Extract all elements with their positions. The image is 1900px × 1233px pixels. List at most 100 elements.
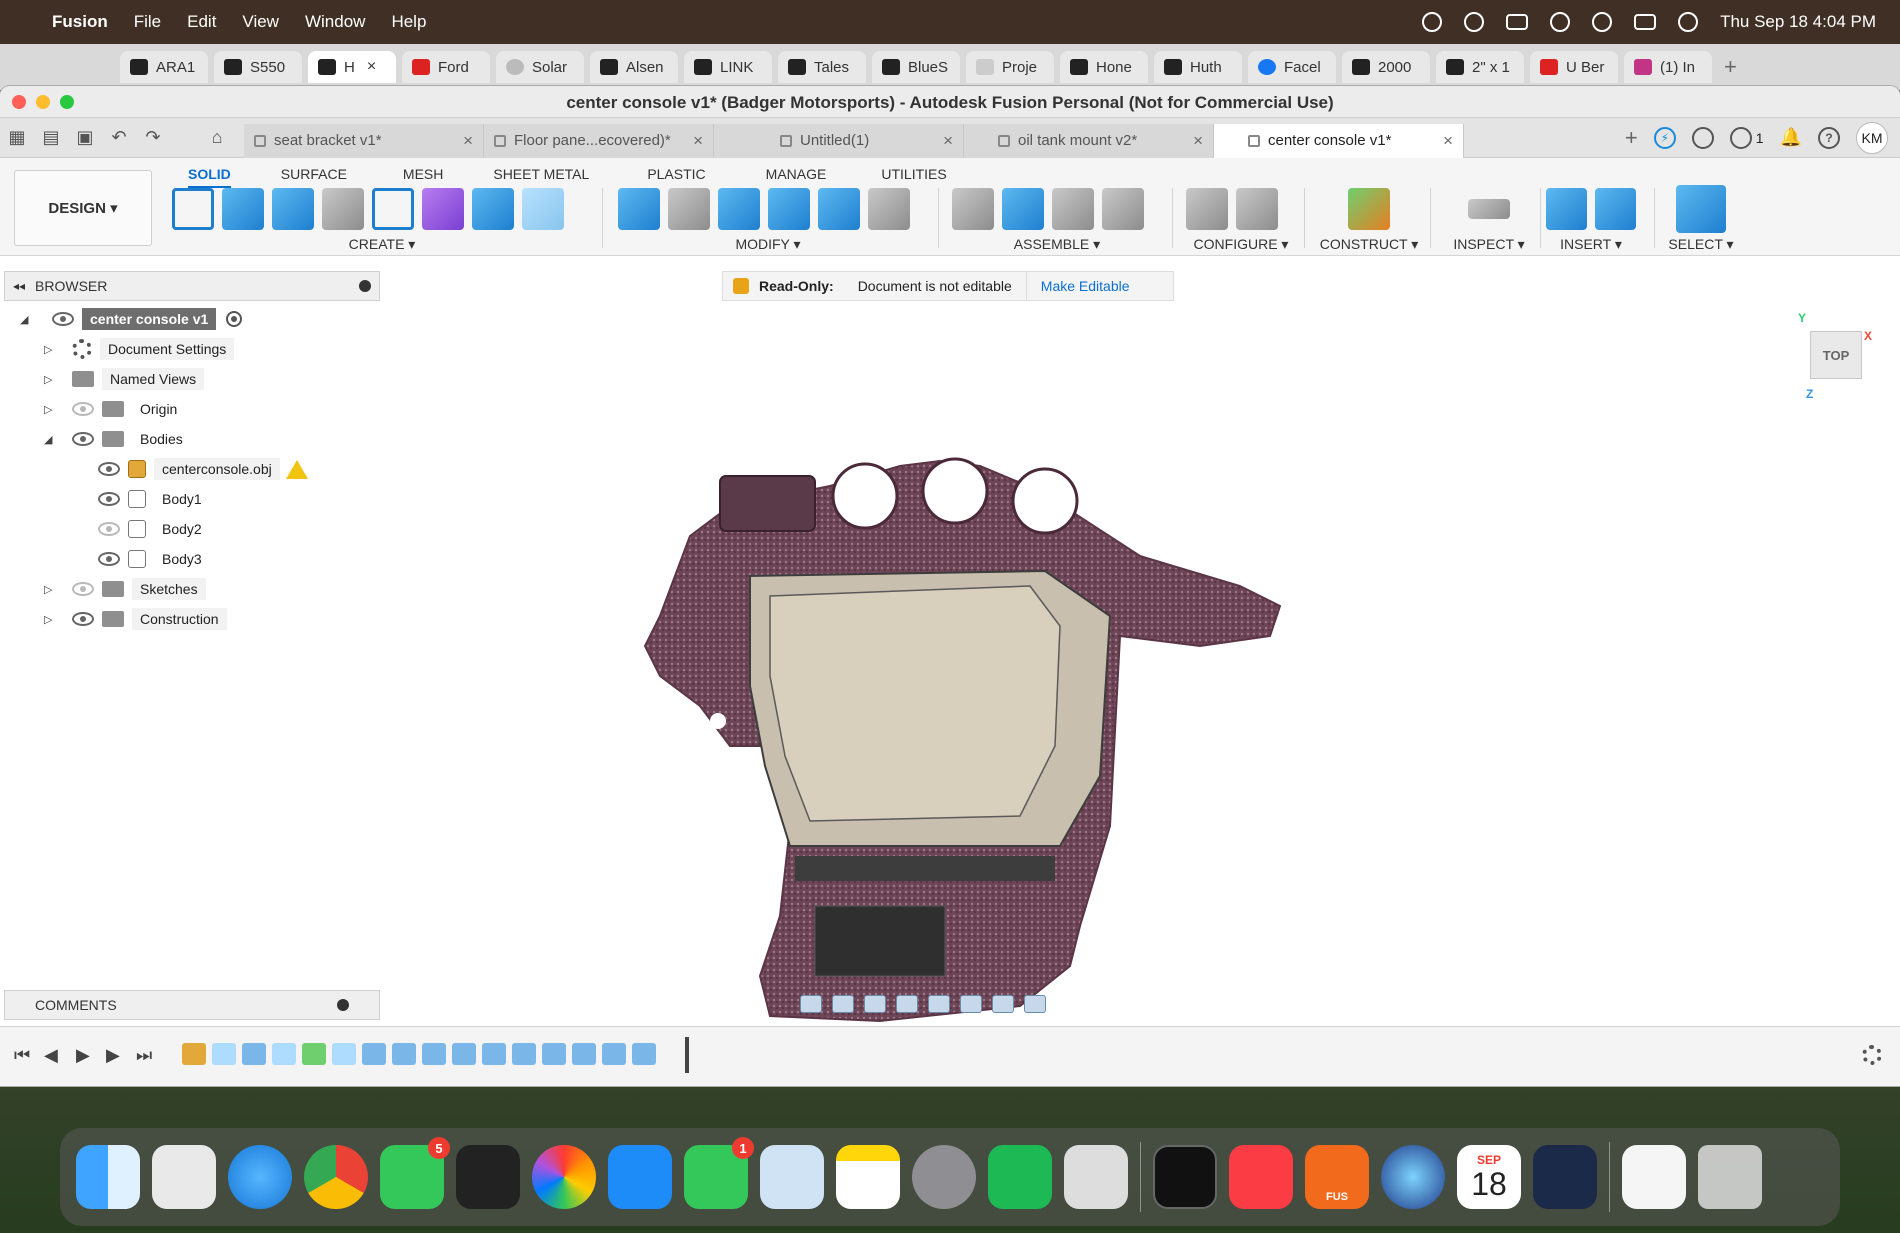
- inspect-menu[interactable]: INSPECT ▾: [1444, 236, 1534, 253]
- chrome-tab[interactable]: LINK: [684, 51, 772, 83]
- tree-item-named-views[interactable]: ▷ Named Views: [20, 364, 308, 394]
- orbit-icon[interactable]: [800, 995, 822, 1013]
- job-status-icon[interactable]: [1729, 126, 1752, 149]
- move-icon[interactable]: [868, 188, 910, 230]
- select-cursor-icon[interactable]: [1676, 185, 1726, 233]
- notifications-icon[interactable]: 🔔: [1780, 127, 1802, 148]
- siri-icon[interactable]: [1678, 12, 1699, 32]
- tree-item-body3[interactable]: Body3: [20, 544, 308, 574]
- chrome-tab[interactable]: Facel: [1248, 51, 1336, 83]
- warning-icon[interactable]: [285, 459, 308, 479]
- configure-menu[interactable]: CONFIGURE ▾: [1186, 236, 1296, 253]
- document-stack-icon[interactable]: [1622, 1145, 1686, 1209]
- expand-triangle-icon[interactable]: ▷: [44, 403, 58, 416]
- online-status-icon[interactable]: [1691, 126, 1714, 149]
- doc-tab[interactable]: oil tank mount v2* ×: [964, 123, 1214, 158]
- calendar-icon[interactable]: SEP 18: [1457, 1145, 1521, 1209]
- hidden-eye-icon[interactable]: [72, 582, 94, 596]
- console-mesh-model[interactable]: [580, 446, 1320, 1026]
- menu-window[interactable]: Window: [305, 12, 365, 32]
- visibility-eye-icon[interactable]: [52, 312, 74, 326]
- tab-sheet-metal[interactable]: SHEET METAL: [493, 162, 589, 188]
- undo-icon[interactable]: ↶: [102, 118, 136, 158]
- doc-tab[interactable]: seat bracket v1* ×: [244, 123, 484, 158]
- chrome-tab[interactable]: ARA1: [120, 51, 208, 83]
- chrome-tab[interactable]: Solar: [496, 51, 584, 83]
- configure-table-icon[interactable]: [1236, 188, 1278, 230]
- tab-utilities[interactable]: UTILITIES: [881, 162, 946, 188]
- hole-icon[interactable]: [322, 188, 364, 230]
- grid-settings-icon[interactable]: [992, 995, 1014, 1013]
- fusion-dock-icon[interactable]: FUS: [1305, 1145, 1369, 1209]
- data-panel-grid-icon[interactable]: ▦: [0, 118, 34, 158]
- chrome-icon[interactable]: [304, 1145, 368, 1209]
- insert-image-icon[interactable]: [1595, 188, 1636, 230]
- collapse-panel-icon[interactable]: ◂◂: [13, 279, 25, 293]
- launchpad-icon[interactable]: [152, 1145, 216, 1209]
- expand-triangle-icon[interactable]: ▷: [44, 583, 58, 596]
- activate-radio-icon[interactable]: [226, 311, 243, 327]
- tree-item-document-settings[interactable]: ▷ Document Settings: [20, 334, 308, 364]
- tree-root[interactable]: ◢ center console v1: [20, 304, 308, 334]
- timeline-settings-gear-icon[interactable]: [1862, 1045, 1882, 1065]
- tab-mesh[interactable]: MESH: [403, 162, 443, 188]
- modify-menu[interactable]: MODIFY ▾: [618, 236, 918, 253]
- tab-manage[interactable]: MANAGE: [766, 162, 827, 188]
- timeline-feature[interactable]: [452, 1043, 476, 1065]
- view-cube-face[interactable]: TOP: [1810, 331, 1862, 379]
- combine-icon[interactable]: [768, 188, 810, 230]
- close-doc-tab-icon[interactable]: ×: [943, 131, 953, 151]
- close-doc-tab-icon[interactable]: ×: [1193, 131, 1203, 151]
- make-editable-button[interactable]: Make Editable: [1041, 278, 1130, 294]
- chrome-tab[interactable]: (1) In: [1624, 51, 1712, 83]
- go-to-start-icon[interactable]: ⏮: [14, 1045, 30, 1066]
- panel-minimize-icon[interactable]: [359, 280, 371, 292]
- step-forward-icon[interactable]: ▶: [106, 1045, 120, 1066]
- insert-mcmaster-icon[interactable]: [1546, 188, 1587, 230]
- timeline-feature[interactable]: [482, 1043, 506, 1065]
- visibility-eye-icon[interactable]: [72, 432, 94, 446]
- shell-icon[interactable]: [718, 188, 760, 230]
- spotlight-search-icon[interactable]: [1592, 12, 1613, 32]
- quicktime-icon[interactable]: [1381, 1145, 1445, 1209]
- doc-tab-active[interactable]: center console v1* ×: [1214, 123, 1464, 158]
- chrome-tab[interactable]: BlueS: [872, 51, 960, 83]
- user-avatar[interactable]: KM: [1856, 121, 1888, 154]
- split-body-icon[interactable]: [818, 188, 860, 230]
- close-doc-tab-icon[interactable]: ×: [463, 131, 473, 151]
- system-settings-icon[interactable]: [912, 1145, 976, 1209]
- create-sketch-icon[interactable]: [172, 188, 214, 230]
- add-comment-icon[interactable]: [337, 999, 349, 1011]
- save-icon[interactable]: ▣: [68, 118, 102, 158]
- collapse-triangle-icon[interactable]: ◢: [44, 433, 58, 446]
- help-icon[interactable]: ?: [1818, 126, 1840, 149]
- tree-item-bodies[interactable]: ◢ Bodies: [20, 424, 308, 454]
- create-menu[interactable]: CREATE ▾: [172, 236, 592, 253]
- chrome-tab[interactable]: 2000: [1342, 51, 1430, 83]
- timeline-feature[interactable]: [512, 1043, 536, 1065]
- tab-surface[interactable]: SURFACE: [281, 162, 347, 188]
- doc-tab[interactable]: Floor pane...ecovered)* ×: [484, 123, 714, 158]
- workspace-switcher[interactable]: DESIGN ▾: [14, 170, 152, 246]
- control-center-icon[interactable]: [1634, 14, 1657, 30]
- visibility-eye-icon[interactable]: [72, 612, 94, 626]
- extrude-icon[interactable]: [222, 188, 264, 230]
- configure-icon[interactable]: [1186, 188, 1228, 230]
- numbers-icon[interactable]: [988, 1145, 1052, 1209]
- chrome-tab[interactable]: Tales: [778, 51, 866, 83]
- chrome-tab[interactable]: Hone: [1060, 51, 1148, 83]
- revolve-icon[interactable]: [272, 188, 314, 230]
- wifi-icon[interactable]: [1550, 12, 1571, 32]
- timeline-feature[interactable]: [272, 1043, 296, 1065]
- pattern-icon[interactable]: [372, 188, 414, 230]
- tab-plastic[interactable]: PLASTIC: [647, 162, 705, 188]
- new-component-icon[interactable]: [952, 188, 994, 230]
- preview-icon[interactable]: [760, 1145, 824, 1209]
- icloud-icon[interactable]: [1422, 12, 1443, 32]
- chrome-tab[interactable]: Alsen: [590, 51, 678, 83]
- fillet-icon[interactable]: [668, 188, 710, 230]
- zoom-icon[interactable]: [896, 995, 918, 1013]
- insert-menu[interactable]: INSERT ▾: [1546, 236, 1636, 253]
- chrome-tab[interactable]: S550: [214, 51, 302, 83]
- construct-menu[interactable]: CONSTRUCT ▾: [1318, 236, 1420, 253]
